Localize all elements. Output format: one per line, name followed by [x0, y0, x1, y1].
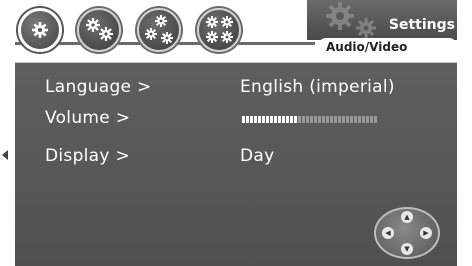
- display-label[interactable]: Display >: [45, 146, 130, 166]
- tab-general[interactable]: [18, 8, 62, 52]
- gear-triple-icon: [145, 15, 173, 44]
- volume-segment: [274, 116, 277, 123]
- gear-double-icon: [86, 18, 113, 41]
- volume-segment: [270, 116, 273, 123]
- volume-segment: [310, 116, 313, 123]
- volume-segment: [286, 116, 289, 123]
- language-value: English (imperial): [240, 77, 395, 97]
- scroll-left-arrow-icon[interactable]: [2, 150, 8, 160]
- dpad-left-button[interactable]: ◀: [382, 227, 394, 239]
- volume-segment: [370, 116, 373, 123]
- dpad-up-button[interactable]: ▲: [401, 211, 413, 223]
- volume-segment: [290, 116, 293, 123]
- volume-segment: [278, 116, 281, 123]
- volume-segment: [294, 116, 297, 123]
- volume-level-bar[interactable]: [242, 116, 378, 123]
- volume-segment: [318, 116, 321, 123]
- volume-segment: [354, 116, 357, 123]
- volume-segment: [322, 116, 325, 123]
- direction-pad[interactable]: ▲ ◀ ▶ ▼: [374, 207, 440, 259]
- tab-audio-video-label: Audio/Video: [326, 40, 408, 54]
- volume-segment: [350, 116, 353, 123]
- volume-segment: [338, 116, 341, 123]
- settings-gears-icon: [326, 2, 376, 38]
- display-value: Day: [240, 146, 275, 166]
- volume-segment: [254, 116, 257, 123]
- volume-segment: [246, 116, 249, 123]
- settings-screen: Settings Audio/Video Language > English …: [0, 0, 472, 266]
- volume-segment: [314, 116, 317, 123]
- tab-settings-3[interactable]: [137, 8, 181, 52]
- tab-settings-2[interactable]: [77, 8, 121, 52]
- dpad-down-button[interactable]: ▼: [401, 243, 413, 255]
- volume-segment: [374, 116, 377, 123]
- volume-segment: [266, 116, 269, 123]
- volume-segment: [250, 116, 253, 123]
- volume-segment: [346, 116, 349, 123]
- language-label[interactable]: Language >: [45, 77, 152, 97]
- volume-label[interactable]: Volume >: [45, 108, 130, 128]
- volume-segment: [302, 116, 305, 123]
- tab-settings-4[interactable]: [197, 8, 241, 52]
- volume-segment: [366, 116, 369, 123]
- volume-segment: [262, 116, 265, 123]
- dpad-right-button[interactable]: ▶: [420, 227, 432, 239]
- volume-segment: [242, 116, 245, 123]
- volume-segment: [342, 116, 345, 123]
- volume-segment: [306, 116, 309, 123]
- page-title: Settings: [388, 17, 455, 33]
- volume-segment: [362, 116, 365, 123]
- volume-segment: [326, 116, 329, 123]
- volume-segment: [330, 116, 333, 123]
- volume-segment: [258, 116, 261, 123]
- volume-segment: [358, 116, 361, 123]
- volume-segment: [334, 116, 337, 123]
- gear-single-icon: [32, 22, 48, 38]
- gear-quad-icon: [206, 16, 233, 43]
- volume-segment: [282, 116, 285, 123]
- volume-segment: [298, 116, 301, 123]
